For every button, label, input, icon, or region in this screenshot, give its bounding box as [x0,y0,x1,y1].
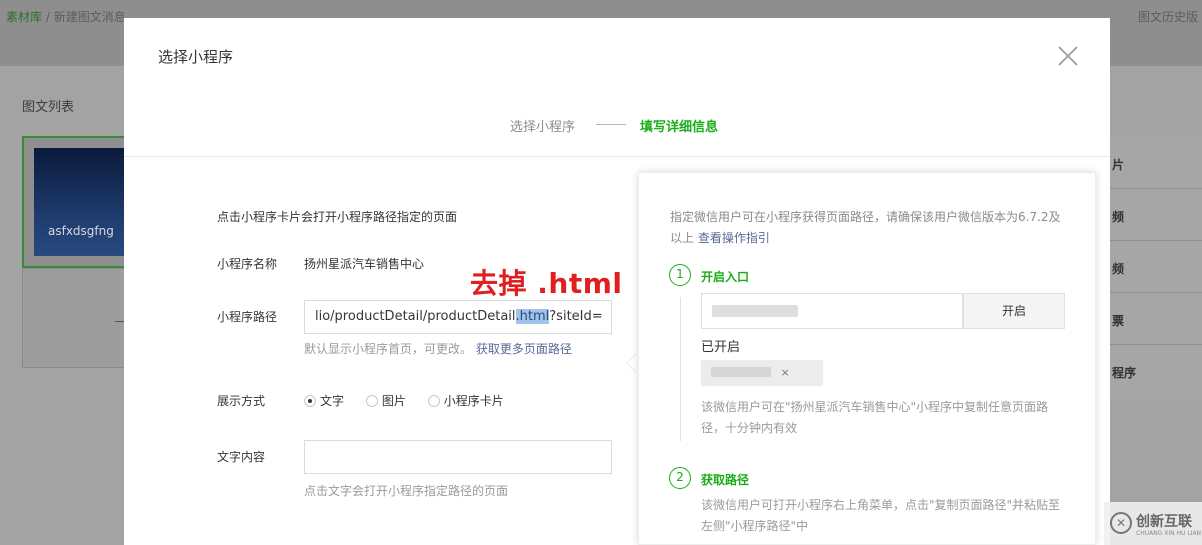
path-text-before: lio/productDetail/productDetail [315,309,516,324]
path-hint-text: 默认显示小程序首页，可更改。 [304,342,473,356]
enable-button[interactable]: 开启 [963,293,1065,329]
dialog-title: 选择小程序 [158,48,234,66]
watermark-subtext: CHUANG XIN HU LIAN [1136,530,1202,537]
text-content-hint: 点击文字会打开小程序指定路径的页面 [304,484,509,498]
blurred-wechat-id [712,305,798,317]
breadcrumb: 素材库 / 新建图文消息 [6,8,126,25]
step-connector [596,124,626,125]
step-number-2: 2 [669,467,691,489]
enabled-label: 已开启 [701,340,741,355]
miniprogram-name-value: 扬州星派汽车销售中心 [304,257,425,271]
enable-entry-title: 开启入口 [701,270,750,284]
radio-text[interactable]: 文字 [304,392,344,409]
miniprogram-name-label: 小程序名称 [217,257,278,271]
close-icon[interactable] [1056,44,1080,68]
wechat-id-input[interactable] [701,293,963,329]
radio-image-label: 图片 [381,394,406,408]
step-connector-line [680,297,681,441]
get-more-paths-link[interactable]: 获取更多页面路径 [476,342,572,356]
path-text-after: ?siteId= [549,309,603,324]
sidebar-item-miniprogram[interactable]: 程序 [1112,364,1136,381]
radio-card-label: 小程序卡片 [443,394,504,408]
step-number-1: 1 [669,264,691,286]
radio-unchecked-icon [365,395,378,407]
radio-card[interactable]: 小程序卡片 [427,392,504,409]
panel-description: 指定微信用户可在小程序获得页面路径，请确保该用户微信版本为6.7.2及以上 查看… [670,207,1066,249]
sidebar-divider [1108,292,1202,293]
radio-checked-icon [304,395,316,407]
watermark-logo-icon: ✕ [1110,512,1132,534]
get-path-title: 获取路径 [701,473,750,487]
article-list-title: 图文列表 [22,100,75,115]
article-card[interactable]: asfxdsgfng [22,136,132,268]
sidebar-item-image[interactable]: 片 [1112,156,1124,173]
remove-tag-icon[interactable]: × [781,366,790,379]
sidebar-item-audio[interactable]: 频 [1112,260,1124,277]
form-intro: 点击小程序卡片会打开小程序路径指定的页面 [217,210,458,224]
step-select-miniprogram: 选择小程序 [510,120,576,135]
radio-unchecked-icon [427,395,440,407]
article-card-title: asfxdsgfng [48,224,114,238]
breadcrumb-separator: / [45,10,50,24]
history-link[interactable]: 图文历史版 [1138,8,1198,25]
sidebar-divider [1108,240,1202,241]
step-fill-details: 填写详细信息 [640,120,719,135]
article-thumbnail [34,148,126,256]
sidebar-item-vote[interactable]: 票 [1112,312,1124,329]
select-miniprogram-dialog: 选择小程序 选择小程序 填写详细信息 点击小程序卡片会打开小程序路径指定的页面 … [124,18,1110,545]
radio-text-label: 文字 [320,394,345,408]
text-content-input[interactable] [304,440,612,474]
red-annotation: 去掉 .html [470,267,623,300]
enabled-user-tag: × [701,360,823,386]
get-path-note: 该微信用户可打开小程序右上角菜单，点击"复制页面路径"并粘贴至左侧"小程序路径"… [701,498,1061,533]
path-text-selected: .html [515,309,550,324]
sidebar-divider [1108,188,1202,189]
radio-image[interactable]: 图片 [365,392,406,409]
blurred-user-name [711,367,771,377]
breadcrumb-root[interactable]: 素材库 [6,10,42,24]
watermark: ✕ 创新互联 CHUANG XIN HU LIAN [1104,502,1202,545]
text-content-label: 文字内容 [217,450,266,464]
miniprogram-path-label: 小程序路径 [217,310,278,324]
path-hint: 默认显示小程序首页，可更改。 获取更多页面路径 [304,340,572,357]
sidebar-item-video[interactable]: 频 [1112,208,1124,225]
path-help-panel: 指定微信用户可在小程序获得页面路径，请确保该用户微信版本为6.7.2及以上 查看… [638,172,1096,545]
breadcrumb-current: 新建图文消息 [53,10,126,24]
watermark-text: 创新互联 [1136,514,1192,530]
sidebar-divider [1108,344,1202,345]
view-guide-link[interactable]: 查看操作指引 [698,231,770,245]
enable-entry-note: 该微信用户可在"扬州星派汽车销售中心"小程序中复制任意页面路径，十分钟内有效 [701,400,1049,435]
miniprogram-path-input[interactable]: lio/productDetail/productDetail.html?sit… [304,300,612,334]
display-mode-radio-group: 文字 图片 小程序卡片 [304,392,522,409]
add-article-card[interactable] [22,268,132,368]
header-divider [124,156,1110,157]
display-mode-label: 展示方式 [217,394,266,408]
